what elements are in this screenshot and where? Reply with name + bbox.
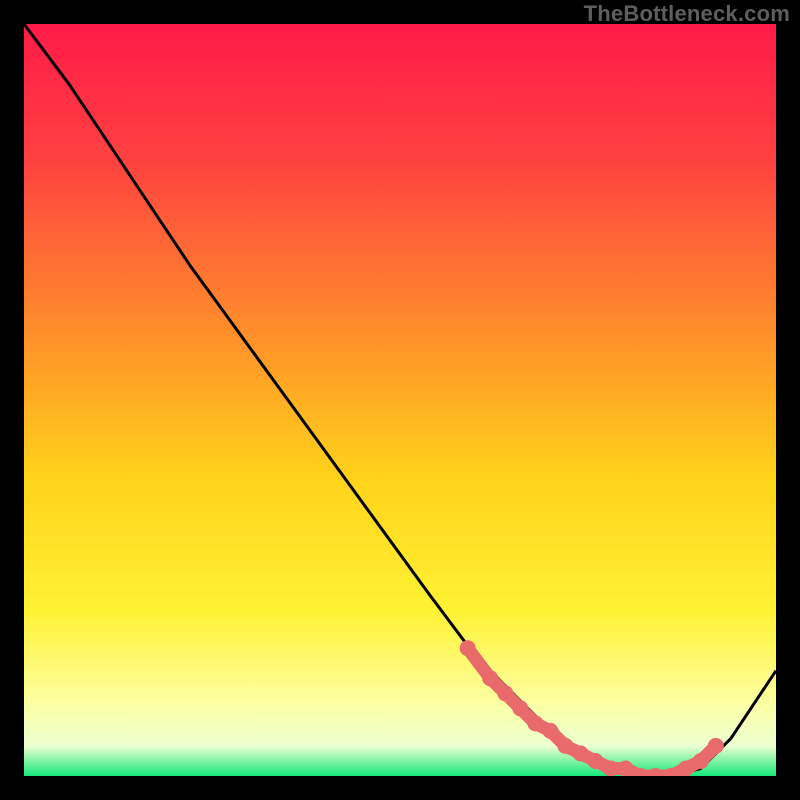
bottleneck-chart: [24, 24, 776, 776]
marker-dot: [482, 670, 498, 686]
marker-dot: [708, 738, 724, 754]
marker-dot: [542, 723, 558, 739]
marker-dot: [497, 685, 513, 701]
marker-dot: [588, 753, 604, 769]
marker-dot: [693, 753, 709, 769]
marker-dot: [573, 745, 589, 761]
marker-dot: [512, 700, 528, 716]
marker-dot: [460, 640, 476, 656]
gradient-background: [24, 24, 776, 776]
marker-dot: [678, 761, 694, 777]
marker-dot: [618, 761, 634, 777]
marker-dot: [557, 738, 573, 754]
marker-dot: [527, 715, 543, 731]
attribution-text: TheBottleneck.com: [584, 1, 790, 27]
marker-dot: [603, 761, 619, 777]
